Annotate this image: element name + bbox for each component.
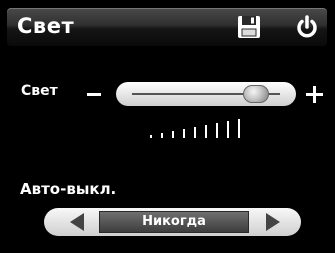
triangle-right-icon	[266, 213, 280, 231]
power-button[interactable]	[293, 13, 321, 41]
auto-off-selector: Никогда	[44, 208, 301, 236]
level-bar	[194, 127, 196, 138]
level-bar	[216, 123, 218, 138]
level-bar	[161, 133, 163, 138]
brightness-label: Свет	[21, 83, 58, 99]
brightness-slider[interactable]	[116, 82, 296, 106]
power-icon	[297, 15, 317, 38]
auto-off-label: Авто-выкл.	[20, 180, 117, 198]
triangle-left-icon	[70, 213, 84, 231]
level-bar	[183, 129, 185, 138]
next-option-button[interactable]	[258, 210, 288, 234]
level-bar	[150, 135, 152, 138]
prev-option-button[interactable]	[62, 210, 92, 234]
slider-knob[interactable]	[242, 85, 269, 103]
level-bar	[238, 119, 240, 138]
title-bar: Свет	[7, 8, 327, 46]
minus-icon[interactable]	[87, 93, 101, 96]
auto-off-value: Никогда	[99, 211, 249, 233]
page-title: Свет	[17, 14, 75, 38]
level-bar	[227, 121, 229, 138]
save-button[interactable]	[235, 13, 263, 41]
level-bar	[172, 131, 174, 138]
brightness-level-indicator	[150, 118, 260, 138]
plus-icon[interactable]	[306, 86, 323, 103]
floppy-disk-icon	[238, 16, 260, 38]
level-bar	[205, 125, 207, 138]
